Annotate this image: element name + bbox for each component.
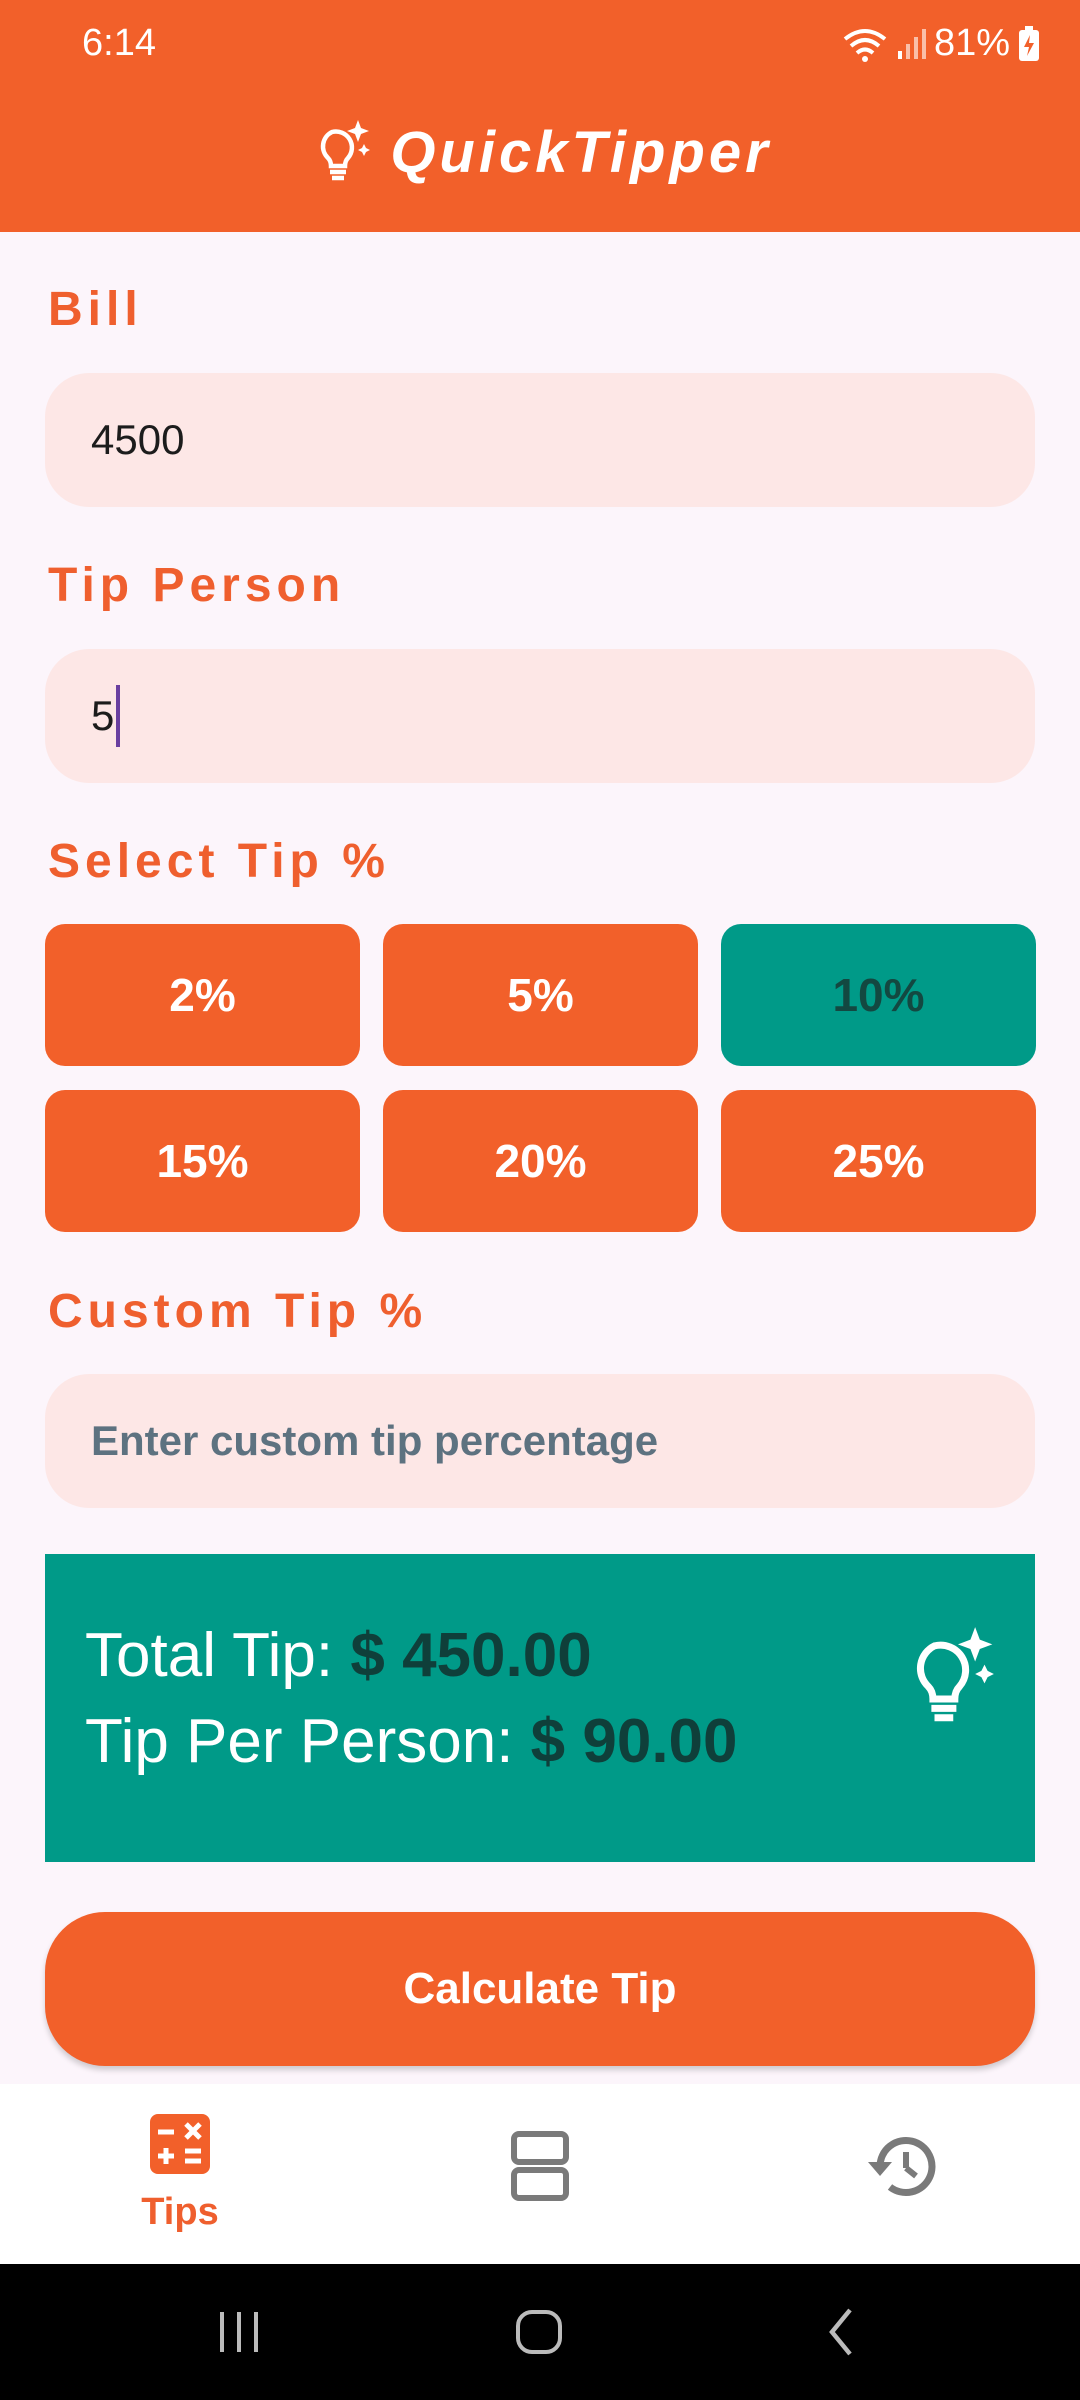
custom-tip-placeholder: Enter custom tip percentage bbox=[91, 1417, 659, 1464]
custom-tip-label: Custom Tip % bbox=[48, 1285, 428, 1338]
tip-option-button[interactable]: 15% bbox=[45, 1090, 360, 1232]
tip-option-button[interactable]: 20% bbox=[383, 1090, 698, 1232]
tip-per-person-line: Tip Per Person: $ 90.00 bbox=[85, 1706, 738, 1777]
back-icon[interactable] bbox=[822, 2304, 862, 2360]
status-time: 6:14 bbox=[82, 22, 156, 64]
bill-label: Bill bbox=[48, 283, 143, 336]
tip-option-button[interactable]: 2% bbox=[45, 924, 360, 1066]
split-layout-icon bbox=[510, 2130, 570, 2207]
tip-person-input[interactable]: 5 bbox=[45, 649, 1035, 783]
total-tip-value: $ 450.00 bbox=[350, 1621, 592, 1690]
select-tip-label: Select Tip % bbox=[48, 835, 390, 888]
bill-input-value: 4500 bbox=[91, 416, 185, 463]
wifi-icon bbox=[842, 25, 888, 63]
tip-percentage-grid: 2% 5% 10% 15% 20% 25% bbox=[45, 924, 1036, 1232]
battery-percent: 81% bbox=[933, 22, 1010, 64]
app-title-row: QuickTipper bbox=[0, 108, 1080, 196]
total-tip-label: Total Tip: bbox=[85, 1621, 351, 1690]
system-navigation-bar bbox=[0, 2264, 1080, 2400]
nav-item-split[interactable] bbox=[490, 2084, 590, 2264]
home-icon[interactable] bbox=[512, 2304, 568, 2360]
lightbulb-sparkle-icon bbox=[308, 118, 372, 187]
total-tip-line: Total Tip: $ 450.00 bbox=[85, 1620, 592, 1691]
nav-label-tips: Tips bbox=[141, 2191, 219, 2233]
status-icons: 81% bbox=[842, 22, 1040, 65]
calculate-tip-button[interactable]: Calculate Tip bbox=[45, 1912, 1035, 2066]
recent-apps-icon[interactable] bbox=[214, 2304, 264, 2360]
app-title: QuickTipper bbox=[390, 119, 772, 185]
tip-option-button-selected[interactable]: 10% bbox=[721, 924, 1036, 1066]
history-icon bbox=[862, 2132, 938, 2205]
bottom-navigation: Tips bbox=[0, 2084, 1080, 2264]
tip-option-button[interactable]: 25% bbox=[721, 1090, 1036, 1232]
tip-per-person-value: $ 90.00 bbox=[530, 1707, 738, 1776]
tip-option-button[interactable]: 5% bbox=[383, 924, 698, 1066]
battery-charging-icon bbox=[1018, 25, 1040, 62]
status-bar: 6:14 81% bbox=[0, 0, 1080, 92]
tip-person-label: Tip Person bbox=[48, 559, 346, 612]
lightbulb-sparkle-icon bbox=[897, 1624, 997, 1729]
tip-person-input-value: 5 bbox=[91, 692, 115, 739]
signal-icon bbox=[896, 27, 926, 61]
nav-item-history[interactable] bbox=[850, 2084, 950, 2264]
custom-tip-input[interactable]: Enter custom tip percentage bbox=[45, 1374, 1035, 1508]
bill-input[interactable]: 4500 bbox=[45, 373, 1035, 507]
calculator-icon bbox=[148, 2112, 212, 2181]
nav-item-tips[interactable]: Tips bbox=[110, 2084, 250, 2264]
tip-per-person-label: Tip Per Person: bbox=[85, 1707, 531, 1776]
app-header: 6:14 81% QuickTipper bbox=[0, 0, 1080, 232]
text-caret bbox=[116, 685, 121, 747]
result-card: Total Tip: $ 450.00 Tip Per Person: $ 90… bbox=[45, 1554, 1035, 1862]
